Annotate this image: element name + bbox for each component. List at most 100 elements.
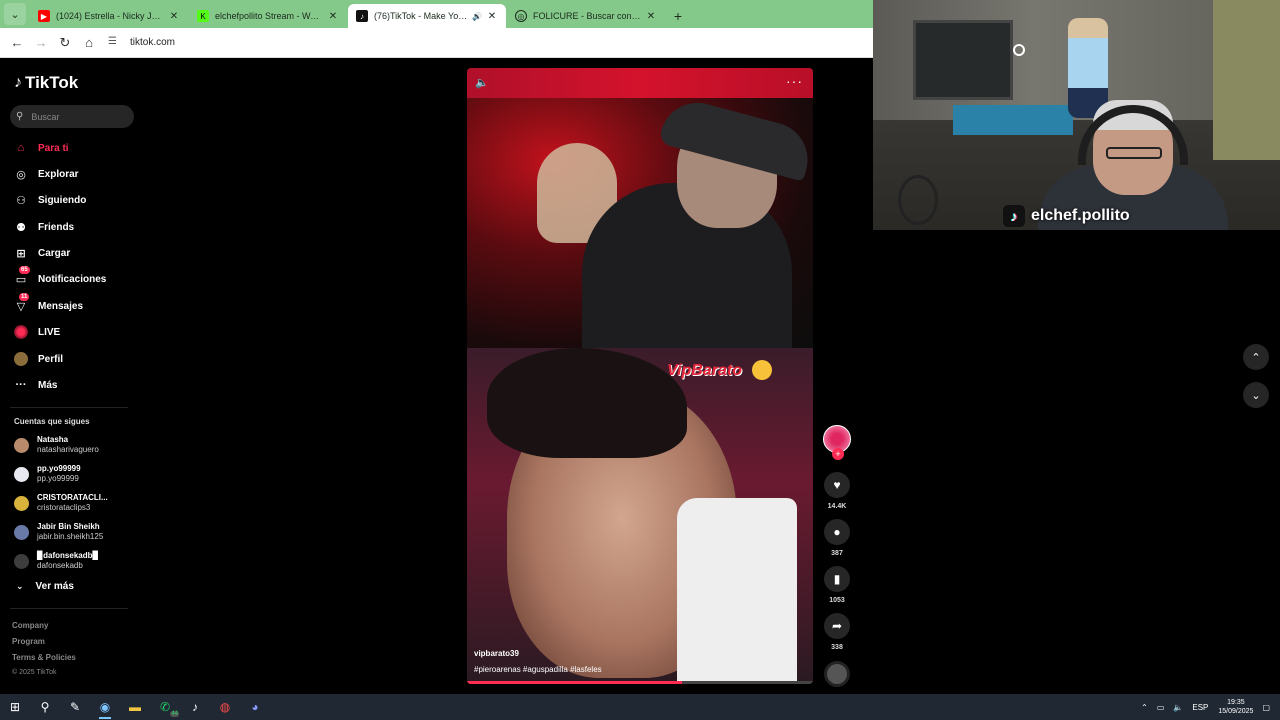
forward-button[interactable]: → — [30, 32, 52, 54]
speaker-icon[interactable]: 🔊 — [472, 12, 482, 21]
url-field[interactable]: ☰ tiktok.com — [108, 32, 873, 54]
thinking-emoji-icon — [752, 360, 772, 380]
tiktok-icon[interactable]: ♪ — [180, 694, 210, 720]
tiktok-logo[interactable]: ♪ TikTok — [14, 73, 78, 93]
search-icon[interactable]: ⚲ — [30, 694, 60, 720]
video-frame-top — [467, 94, 813, 358]
language-indicator[interactable]: ESP — [1192, 703, 1208, 712]
account-handle: natasharivaguero — [37, 445, 99, 454]
clock-date: 15/09/2025 — [1218, 708, 1254, 715]
nav-notificaciones[interactable]: ▭ 65 Notificaciones — [14, 266, 106, 288]
nav-mensajes[interactable]: ▽ 11 Mensajes — [14, 293, 83, 315]
tab-kick[interactable]: K elchefpollito Stream - Watch Li ✕ — [189, 4, 347, 28]
nav-para-ti[interactable]: ⌂ Para ti — [14, 139, 69, 157]
video-progress-bar[interactable] — [467, 681, 813, 684]
close-icon[interactable]: ✕ — [327, 11, 339, 22]
tiktok-page: ♪ TikTok ⚲ Buscar ⌂ Para ti ◎ Explorar ⚇… — [0, 58, 873, 694]
windows-start-icon[interactable]: ⊞ — [0, 694, 30, 720]
tiktok-icon: ♪ — [1003, 205, 1025, 227]
pen-app-icon[interactable]: ✎ — [60, 694, 90, 720]
video-player[interactable]: VipBarato 🔈 ··· vipbarato39 #pieroarenas… — [467, 68, 813, 684]
system-tray: ⌃ ▭ 🔈 ESP 19:35 15/09/2025 ▢ — [1132, 694, 1270, 720]
video-frame-bottom: VipBarato — [467, 348, 813, 684]
comment-count: 387 — [831, 550, 843, 557]
more-options-icon[interactable]: ··· — [786, 73, 803, 89]
nav-label: Cargar — [38, 247, 71, 259]
close-icon[interactable]: ✕ — [645, 11, 657, 22]
reload-button[interactable]: ↻ — [54, 32, 76, 54]
comment-icon: ● — [833, 525, 841, 539]
home-button[interactable]: ⌂ — [78, 32, 100, 54]
whatsapp-icon[interactable]: ✆ 44 — [150, 694, 180, 720]
copyright: © 2025 TikTok — [12, 669, 57, 676]
comment-button[interactable]: ● — [824, 519, 850, 545]
follow-plus-button[interactable]: + — [832, 448, 844, 460]
video-figure — [677, 498, 797, 684]
nav-cargar[interactable]: ⊞ Cargar — [14, 244, 70, 262]
next-video-button[interactable]: ⌄ — [1243, 382, 1269, 408]
tab-google[interactable]: ◎ FOLICURE - Buscar con Google ✕ — [507, 4, 665, 28]
obs-icon[interactable]: ◍ — [210, 694, 240, 720]
site-info-icon[interactable]: ☰ — [108, 36, 122, 50]
footer-link-program[interactable]: Program — [12, 637, 45, 646]
footer-link-terms[interactable]: Terms & Policies — [12, 653, 76, 662]
back-button[interactable]: ← — [6, 32, 28, 54]
notification-icon[interactable]: ▢ — [1262, 703, 1270, 712]
close-icon[interactable]: ✕ — [168, 11, 180, 22]
nav-friends[interactable]: ⚉ Friends — [14, 218, 74, 236]
chrome-icon[interactable]: ◉ — [90, 694, 120, 720]
network-icon[interactable]: ▭ — [1157, 703, 1165, 712]
ver-mas-button[interactable]: ⌄ Ver más — [16, 581, 74, 592]
avatar — [14, 352, 28, 366]
nav-mas[interactable]: ··· Más — [14, 376, 58, 394]
nav-perfil[interactable]: Perfil — [14, 350, 63, 368]
share-button[interactable]: ➦ — [824, 613, 850, 639]
chevron-down-icon: ⌄ — [1251, 389, 1261, 402]
new-tab-button[interactable]: + — [666, 4, 690, 28]
volume-icon[interactable]: 🔈 — [1173, 703, 1183, 712]
account-handle: pp.yo99999 — [37, 474, 79, 483]
tab-youtube[interactable]: ▶ (1024) Estrella - Nicky Jam (Con ✕ — [30, 4, 188, 28]
tiktok-wordmark: TikTok — [25, 73, 79, 92]
tab-search-button[interactable]: ⌄ — [4, 3, 26, 25]
volume-icon[interactable]: 🔈 — [475, 76, 489, 89]
following-account[interactable]: CRISTORATACLI... cristorataclips3 — [14, 492, 108, 514]
video-hashtags[interactable]: #pieroarenas #aguspadilla #lasfeles — [474, 665, 602, 674]
sound-disc[interactable] — [824, 661, 850, 687]
tiktok-icon: ♪ — [356, 10, 368, 22]
footer-link-company[interactable]: Company — [12, 621, 48, 630]
following-account[interactable]: Natasha natasharivaguero — [14, 434, 99, 456]
close-icon[interactable]: ✕ — [486, 11, 498, 22]
video-author[interactable]: vipbarato39 — [474, 649, 519, 658]
glasses-icon — [1106, 147, 1162, 159]
following-account[interactable]: pp.yo99999 pp.yo99999 — [14, 463, 81, 485]
inbox-icon: ▭ 65 — [15, 266, 30, 286]
kick-icon: K — [197, 10, 209, 22]
heart-icon: ♥ — [833, 478, 841, 492]
clock[interactable]: 19:35 15/09/2025 — [1218, 698, 1253, 716]
url-text: tiktok.com — [130, 37, 176, 48]
account-handle: cristorataclips3 — [37, 503, 91, 512]
tab-title: elchefpollito Stream - Watch Li — [215, 11, 323, 21]
following-account[interactable]: Jabir Bin Sheikh jabir.bin.sheikh125 — [14, 521, 103, 543]
search-icon: ⚲ — [16, 111, 24, 122]
stream-username-badge: ♪ elchef.pollito — [1003, 205, 1130, 227]
more-icon: ··· — [15, 379, 27, 391]
following-account[interactable]: ▉dafonsekadb▉ dafonsekadb — [14, 550, 99, 572]
nav-live[interactable]: LIVE — [14, 323, 60, 341]
previous-video-button[interactable]: ⌃ — [1243, 344, 1269, 370]
folder-icon[interactable]: ▬ — [120, 694, 150, 720]
nav-explorar[interactable]: ◎ Explorar — [14, 165, 78, 183]
account-name: CRISTORATACLI... — [37, 493, 108, 502]
nav-siguiendo[interactable]: ⚇ Siguiendo — [14, 191, 86, 209]
account-name: Natasha — [37, 435, 69, 444]
discord-icon[interactable]: ◕ — [240, 694, 270, 720]
friends-icon: ⚉ — [16, 221, 26, 234]
save-button[interactable]: ▮ — [824, 566, 850, 592]
person-follow-icon: ⚇ — [16, 194, 26, 207]
like-button[interactable]: ♥ — [824, 472, 850, 498]
tab-tiktok[interactable]: ♪ (76)TikTok - Make Your Day 🔊 ✕ — [348, 4, 506, 28]
chevron-up-icon: ⌃ — [1251, 351, 1261, 364]
search-input[interactable]: ⚲ Buscar — [10, 105, 134, 128]
chevron-up-icon[interactable]: ⌃ — [1141, 703, 1148, 712]
